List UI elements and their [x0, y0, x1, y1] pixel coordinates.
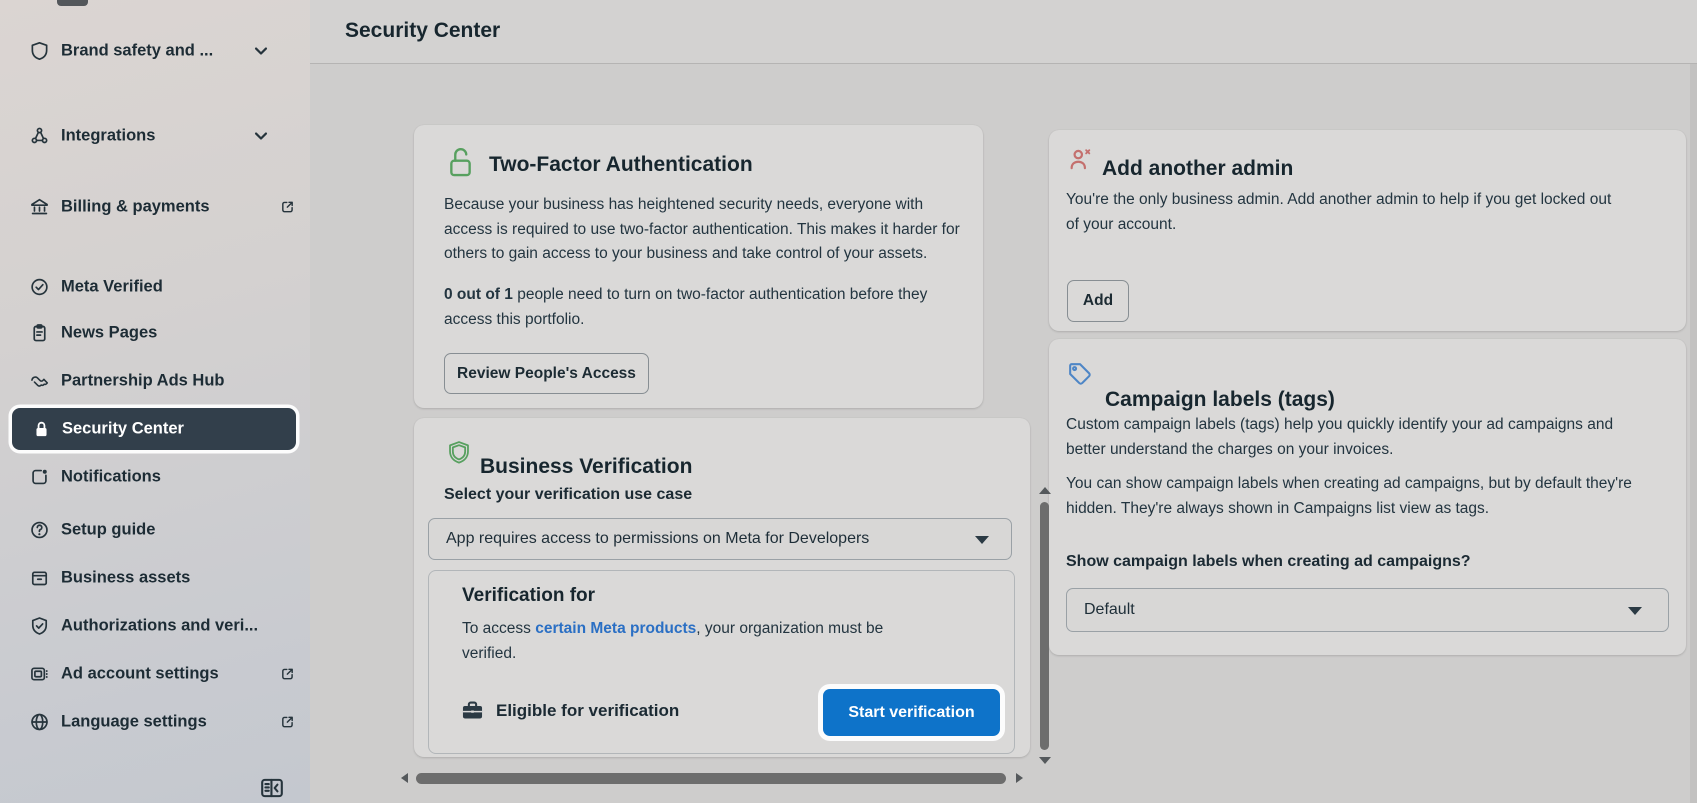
- start-verification-button[interactable]: Start verification: [823, 689, 1000, 736]
- sidebar-item-partnership-ads-hub[interactable]: Partnership Ads Hub: [0, 361, 310, 401]
- campaign-labels-description-2: You can show campaign labels when creati…: [1066, 472, 1651, 521]
- shield-verification-icon: [446, 439, 472, 465]
- person-remove-icon: [1066, 146, 1093, 173]
- shield-icon: [29, 41, 50, 62]
- chevron-down-icon: [250, 40, 272, 62]
- horizontal-scrollbar[interactable]: [416, 773, 1006, 784]
- scroll-down-arrow[interactable]: [1039, 757, 1051, 764]
- sidebar-item-label: Security Center: [62, 420, 184, 439]
- campaign-labels-description-1: Custom campaign labels (tags) help you q…: [1066, 413, 1631, 462]
- vertical-scrollbar[interactable]: [1040, 502, 1049, 750]
- sidebar-item-label: Billing & payments: [61, 198, 210, 217]
- external-link-icon: [279, 199, 296, 216]
- sidebar-item-billing-payments[interactable]: Billing & payments: [0, 187, 310, 227]
- eligibility-status: Eligible for verification: [496, 701, 679, 721]
- add-admin-button[interactable]: Add: [1067, 280, 1129, 322]
- security-center-screen: Brand safety and ... Integrations Billin…: [0, 0, 1697, 803]
- sidebar-item-label: Meta Verified: [61, 278, 163, 297]
- add-another-admin-card: Add another admin You're the only busine…: [1049, 130, 1686, 331]
- certain-meta-products-link[interactable]: certain Meta products: [535, 620, 696, 637]
- show-labels-select[interactable]: Default: [1066, 588, 1669, 632]
- scroll-left-arrow[interactable]: [401, 773, 408, 783]
- lock-icon: [31, 419, 52, 440]
- sidebar-item-label: Ad account settings: [61, 665, 219, 684]
- sidebar-item-news-pages[interactable]: News Pages: [0, 313, 310, 353]
- campaign-labels-card: Campaign labels (tags) Custom campaign l…: [1049, 339, 1686, 655]
- sidebar-item-label: Brand safety and ...: [61, 42, 213, 61]
- card-title: Campaign labels (tags): [1105, 388, 1335, 412]
- sidebar-item-label: Partnership Ads Hub: [61, 372, 225, 391]
- verification-use-case-label: Select your verification use case: [444, 486, 692, 504]
- sidebar-item-setup-guide[interactable]: Setup guide: [0, 510, 310, 550]
- two-factor-count: 0 out of 1: [444, 286, 513, 303]
- lock-open-icon: [446, 145, 475, 179]
- two-factor-status: 0 out of 1 people need to turn on two-fa…: [444, 283, 966, 332]
- card-title: Two-Factor Authentication: [489, 153, 753, 177]
- shield-check-icon: [29, 616, 50, 637]
- sidebar-item-brand-safety[interactable]: Brand safety and ...: [0, 31, 310, 71]
- collapse-sidebar-button[interactable]: [256, 774, 288, 802]
- scroll-up-arrow[interactable]: [1039, 487, 1051, 494]
- two-factor-authentication-card: Two-Factor Authentication Because your b…: [414, 125, 983, 408]
- card-title: Add another admin: [1102, 157, 1293, 181]
- external-link-icon: [279, 714, 296, 731]
- sidebar-item-security-center[interactable]: Security Center: [12, 408, 296, 450]
- external-link-icon: [279, 666, 296, 683]
- card-title: Business Verification: [480, 455, 692, 479]
- sidebar: Brand safety and ... Integrations Billin…: [0, 0, 310, 803]
- two-factor-description: Because your business has heightened sec…: [444, 193, 966, 267]
- sidebar-item-meta-verified[interactable]: Meta Verified: [0, 267, 310, 307]
- sidebar-item-ad-account-settings[interactable]: Ad account settings: [0, 654, 310, 694]
- sidebar-item-label: Setup guide: [61, 521, 155, 540]
- verification-for-panel: Verification for To access certain Meta …: [428, 570, 1015, 754]
- verification-for-title: Verification for: [462, 585, 595, 607]
- scroll-right-arrow[interactable]: [1016, 773, 1023, 783]
- box-icon: [29, 568, 50, 589]
- selected-use-case: App requires access to permissions on Me…: [429, 530, 869, 548]
- caret-down-icon: [1628, 607, 1642, 615]
- question-circle-icon: [29, 520, 50, 541]
- review-peoples-access-button[interactable]: Review People's Access: [444, 353, 649, 394]
- caret-down-icon: [975, 536, 989, 544]
- sidebar-item-label: Authorizations and veri...: [61, 617, 258, 636]
- globe-icon: [29, 712, 50, 733]
- badge-check-icon: [29, 277, 50, 298]
- notification-icon: [29, 467, 50, 488]
- sidebar-item-label: Integrations: [61, 127, 155, 146]
- verification-for-description: To access certain Meta products, your or…: [462, 617, 917, 666]
- integrations-icon: [29, 126, 50, 147]
- sidebar-item-label: Business assets: [61, 569, 190, 588]
- briefcase-icon: [460, 699, 485, 722]
- ad-account-icon: [29, 664, 50, 685]
- page-header: Security Center: [310, 0, 1697, 64]
- sidebar-item-label: News Pages: [61, 324, 157, 343]
- tag-icon: [1066, 360, 1093, 387]
- chevron-down-icon: [250, 125, 272, 147]
- bank-icon: [29, 197, 50, 218]
- sidebar-scroll-hint: [57, 0, 88, 6]
- sidebar-item-authorizations[interactable]: Authorizations and veri...: [0, 606, 310, 646]
- collapse-sidebar-icon: [256, 774, 288, 802]
- verification-use-case-select[interactable]: App requires access to permissions on Me…: [428, 518, 1012, 560]
- add-admin-description: You're the only business admin. Add anot…: [1066, 188, 1626, 237]
- handshake-icon: [29, 371, 50, 392]
- business-verification-card: Business Verification Select your verifi…: [414, 418, 1030, 757]
- show-labels-question-label: Show campaign labels when creating ad ca…: [1066, 553, 1471, 571]
- page-title: Security Center: [345, 19, 500, 43]
- clipboard-icon: [29, 323, 50, 344]
- sidebar-item-label: Notifications: [61, 468, 161, 487]
- window-right-edge: [1690, 0, 1697, 803]
- selected-show-labels-option: Default: [1067, 601, 1135, 619]
- sidebar-item-integrations[interactable]: Integrations: [0, 116, 310, 156]
- sidebar-item-business-assets[interactable]: Business assets: [0, 558, 310, 598]
- sidebar-item-notifications[interactable]: Notifications: [0, 457, 310, 497]
- sidebar-item-language-settings[interactable]: Language settings: [0, 702, 310, 742]
- sidebar-item-label: Language settings: [61, 713, 207, 732]
